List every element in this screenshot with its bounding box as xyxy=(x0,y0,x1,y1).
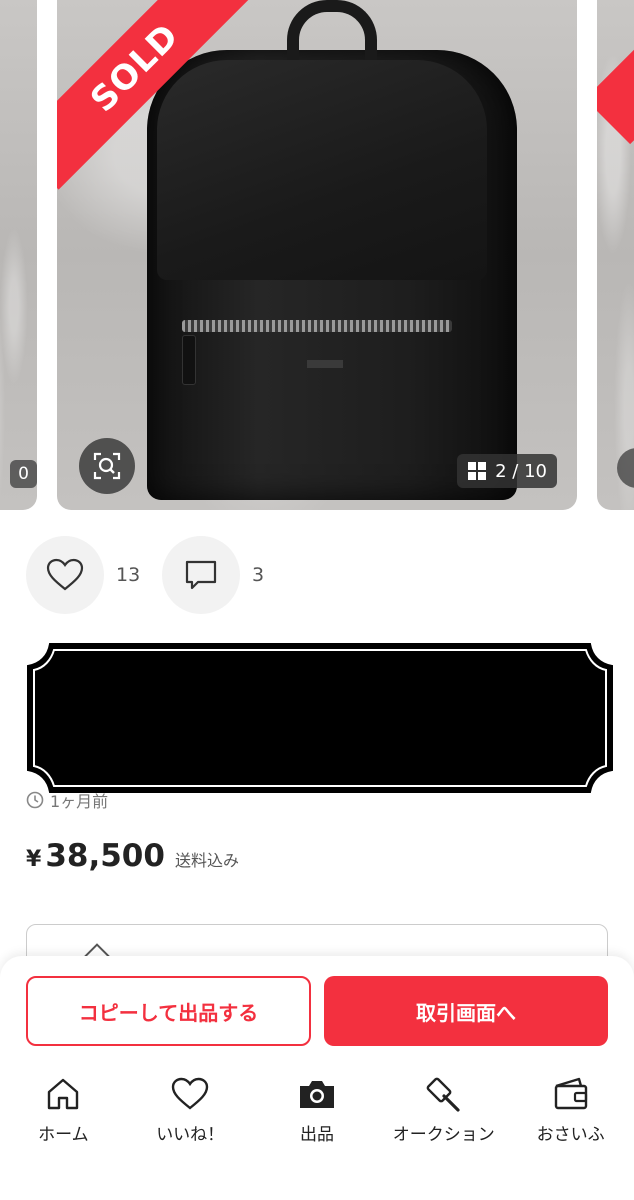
listing-time: 1ヶ月前 xyxy=(26,788,108,812)
photo-counter[interactable]: 2 / 10 xyxy=(457,454,557,488)
item-title-redacted xyxy=(26,642,614,794)
action-row: 13 3 xyxy=(26,536,298,614)
zoom-icon xyxy=(93,452,121,480)
home-icon xyxy=(48,1078,79,1110)
next-photo[interactable] xyxy=(597,0,634,510)
nav-wallet[interactable]: おさいふ xyxy=(507,1074,634,1154)
nav-wallet-label: おさいふ xyxy=(536,1125,605,1145)
comment-button[interactable] xyxy=(162,536,240,614)
heart-icon xyxy=(46,558,84,591)
go-to-trade-button[interactable]: 取引画面へ xyxy=(324,976,608,1046)
main-photo[interactable]: SOLD 2 / 10 xyxy=(57,0,577,510)
nav-auction[interactable]: オークション xyxy=(380,1074,507,1154)
price-row: ¥38,500 送料込み xyxy=(26,838,239,874)
next-photo-zoom xyxy=(617,448,634,488)
heart-icon xyxy=(171,1077,209,1110)
price: ¥38,500 xyxy=(26,838,165,874)
grid-icon xyxy=(468,462,487,480)
photo-counter-text: 2 / 10 xyxy=(495,460,547,482)
like-count: 13 xyxy=(116,564,141,586)
item-detail-page: 0 SOLD 2 / 10 13 3 1ヶ月前 ¥ 38,500 送料込み コピ… xyxy=(0,0,634,1200)
image-gallery[interactable]: 0 SOLD 2 / 10 xyxy=(0,0,634,510)
nav-home-label: ホーム xyxy=(38,1125,89,1145)
comment-count: 3 xyxy=(252,564,265,586)
prev-photo-counter: 0 xyxy=(10,460,37,488)
redaction-block xyxy=(27,643,613,793)
nav-sell[interactable]: 出品 xyxy=(254,1074,381,1154)
comment-icon xyxy=(185,560,217,590)
camera-icon xyxy=(299,1081,334,1108)
like-button[interactable] xyxy=(26,536,104,614)
nav-auction-label: オークション xyxy=(392,1125,495,1145)
nav-likes[interactable]: いいね！ xyxy=(127,1074,254,1154)
currency-symbol: ¥ xyxy=(26,847,42,872)
nav-home[interactable]: ホーム xyxy=(0,1074,127,1154)
backpack-image xyxy=(137,0,527,500)
zoom-button[interactable] xyxy=(79,438,135,494)
price-value: 38,500 xyxy=(45,838,165,874)
prev-photo[interactable]: 0 xyxy=(0,0,37,510)
nav-sell-label: 出品 xyxy=(299,1125,334,1145)
bottom-nav: ホーム いいね！ 出品 オークション おさいふ xyxy=(0,1074,634,1154)
clock-icon xyxy=(26,791,44,809)
shipping-note: 送料込み xyxy=(174,851,239,870)
nav-likes-label: いいね！ xyxy=(156,1125,225,1145)
copy-and-list-button[interactable]: コピーして出品する xyxy=(26,976,311,1046)
wallet-icon xyxy=(554,1077,587,1110)
listing-time-text: 1ヶ月前 xyxy=(50,792,109,811)
gavel-icon xyxy=(426,1077,460,1112)
sold-ribbon-next xyxy=(597,0,634,145)
bottom-sheet: コピーして出品する 取引画面へ ホーム いいね！ 出品 オークション おさいふ xyxy=(0,956,634,1200)
